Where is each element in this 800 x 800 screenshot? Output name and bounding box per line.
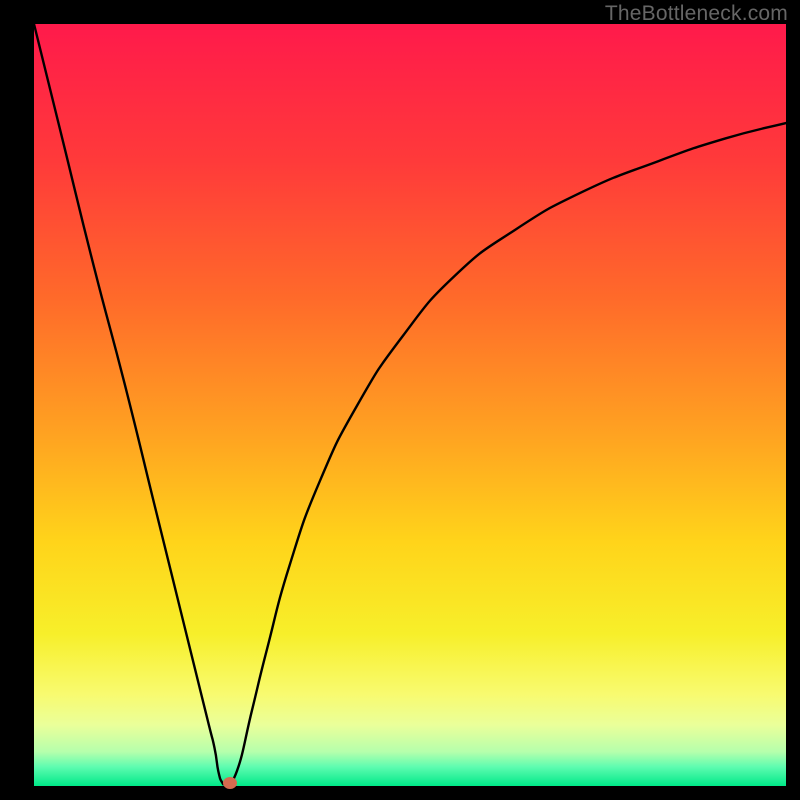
min-point-marker xyxy=(223,777,237,789)
watermark-label: TheBottleneck.com xyxy=(605,2,788,26)
bottleneck-curve xyxy=(34,24,786,786)
chart-frame xyxy=(34,24,786,786)
